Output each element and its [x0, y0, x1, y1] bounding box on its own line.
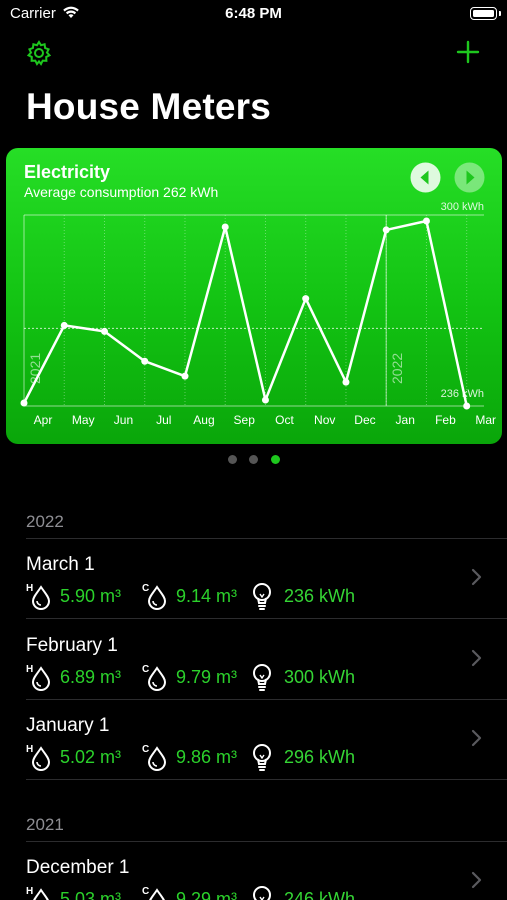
lightbulb-icon — [253, 886, 271, 900]
page-indicator[interactable] — [0, 455, 507, 467]
divider — [26, 779, 507, 780]
hot-water-drop-icon: H — [26, 583, 51, 610]
x-tick-label: Jul — [156, 413, 171, 427]
reading-date: February 1 — [26, 635, 118, 656]
svg-text:C: C — [142, 583, 149, 594]
data-point — [261, 396, 269, 404]
cold-water-value: 9.79 m³ — [176, 667, 238, 687]
x-tick-label: Mar — [475, 413, 496, 427]
data-point — [60, 321, 68, 329]
chevron-left-circle-icon[interactable] — [410, 162, 441, 193]
page-dot-active[interactable] — [271, 455, 280, 464]
page-dot[interactable] — [228, 455, 237, 464]
reading-date: December 1 — [26, 857, 130, 878]
chevron-right-icon — [471, 871, 482, 889]
plus-icon[interactable] — [456, 40, 480, 64]
data-point — [20, 399, 28, 407]
data-point — [181, 372, 189, 380]
cold-water-drop-icon: C — [142, 886, 165, 900]
status-bar: Carrier 6:48 PM — [0, 0, 507, 30]
hot-water-value: 5.02 m³ — [60, 747, 122, 767]
chevron-right-circle-icon[interactable] — [454, 162, 485, 193]
cold-water-drop-icon: C — [142, 583, 167, 610]
chart-title: Electricity — [24, 162, 111, 182]
x-tick-label: Nov — [314, 413, 335, 427]
gear-icon[interactable] — [26, 40, 52, 66]
chevron-right-icon — [471, 568, 482, 586]
y-axis-max-label: 300 kWh — [441, 201, 484, 213]
electricity-value: 246 kWh — [284, 889, 356, 900]
cold-water-value: 9.86 m³ — [176, 747, 238, 767]
svg-text:H: H — [26, 886, 33, 897]
hot-water-drop-icon: H — [26, 886, 49, 900]
svg-text:H: H — [26, 583, 33, 594]
cold-water-drop-icon: C — [142, 744, 167, 771]
clock: 6:48 PM — [225, 5, 282, 22]
svg-text:C: C — [142, 664, 149, 675]
data-point — [302, 295, 310, 303]
x-tick-label: Jan — [396, 413, 415, 427]
list-item[interactable]: January 1 H 5.02 m³ C 9.86 m³ 296 kWh — [0, 699, 507, 779]
chevron-right-icon — [471, 729, 482, 747]
chevron-right-icon — [471, 649, 482, 667]
page-title: House Meters — [26, 86, 272, 127]
x-tick-label: Jun — [114, 413, 133, 427]
battery-icon — [470, 7, 501, 20]
svg-text:H: H — [26, 664, 33, 675]
section-header-2022: 2022 — [26, 512, 64, 531]
list-item[interactable]: March 1 H 5.90 m³ C 9.14 m³ 236 kWh — [0, 538, 507, 618]
lightbulb-icon — [253, 664, 271, 691]
data-point — [221, 223, 229, 231]
x-tick-label: Dec — [354, 413, 375, 427]
data-point — [141, 357, 149, 365]
hot-water-drop-icon: H — [26, 664, 51, 691]
hot-water-value: 5.90 m³ — [60, 586, 122, 606]
section-header-2021: 2021 — [26, 815, 64, 834]
x-tick-label: Oct — [275, 413, 294, 427]
svg-text:C: C — [142, 744, 149, 755]
data-point — [463, 402, 471, 410]
data-point — [342, 378, 350, 386]
page-dot[interactable] — [249, 455, 258, 464]
cold-water-value: 9.14 m³ — [176, 586, 238, 606]
year-label: 2022 — [389, 353, 405, 384]
chart-subtitle: Average consumption 262 kWh — [24, 184, 219, 200]
list-item[interactable]: February 1 H 6.89 m³ C 9.79 m³ 300 kWh — [0, 619, 507, 699]
x-tick-label: Apr — [34, 413, 53, 427]
x-tick-label: Sep — [234, 413, 256, 427]
cold-water-value: 9.29 m³ — [176, 889, 238, 900]
electricity-value: 236 kWh — [284, 586, 356, 606]
lightbulb-icon — [253, 583, 271, 610]
hot-water-drop-icon: H — [26, 744, 51, 771]
lightbulb-icon — [253, 744, 271, 771]
x-tick-label: Feb — [435, 413, 456, 427]
data-point — [422, 217, 430, 225]
x-tick-label: Aug — [193, 413, 214, 427]
hot-water-value: 6.89 m³ — [60, 667, 122, 687]
electricity-chart-card[interactable]: 2021 2022 300 kWh 236 kWh Apr May Jun Jul Aug Sep… — [6, 148, 502, 444]
hot-water-value: 5.03 m³ — [60, 889, 122, 900]
electricity-value: 296 kWh — [284, 747, 356, 767]
electricity-value: 300 kWh — [284, 667, 356, 687]
reading-date: March 1 — [26, 554, 95, 575]
list-item[interactable]: December 1 H 5.03 m³ C 9.29 m³ 246 kWh — [0, 841, 507, 900]
reading-date: January 1 — [26, 715, 110, 736]
svg-text:H: H — [26, 744, 33, 755]
data-point — [100, 327, 108, 335]
cold-water-drop-icon: C — [142, 664, 167, 691]
data-point — [382, 226, 390, 234]
svg-text:C: C — [142, 886, 149, 897]
x-tick-label: May — [72, 413, 95, 427]
